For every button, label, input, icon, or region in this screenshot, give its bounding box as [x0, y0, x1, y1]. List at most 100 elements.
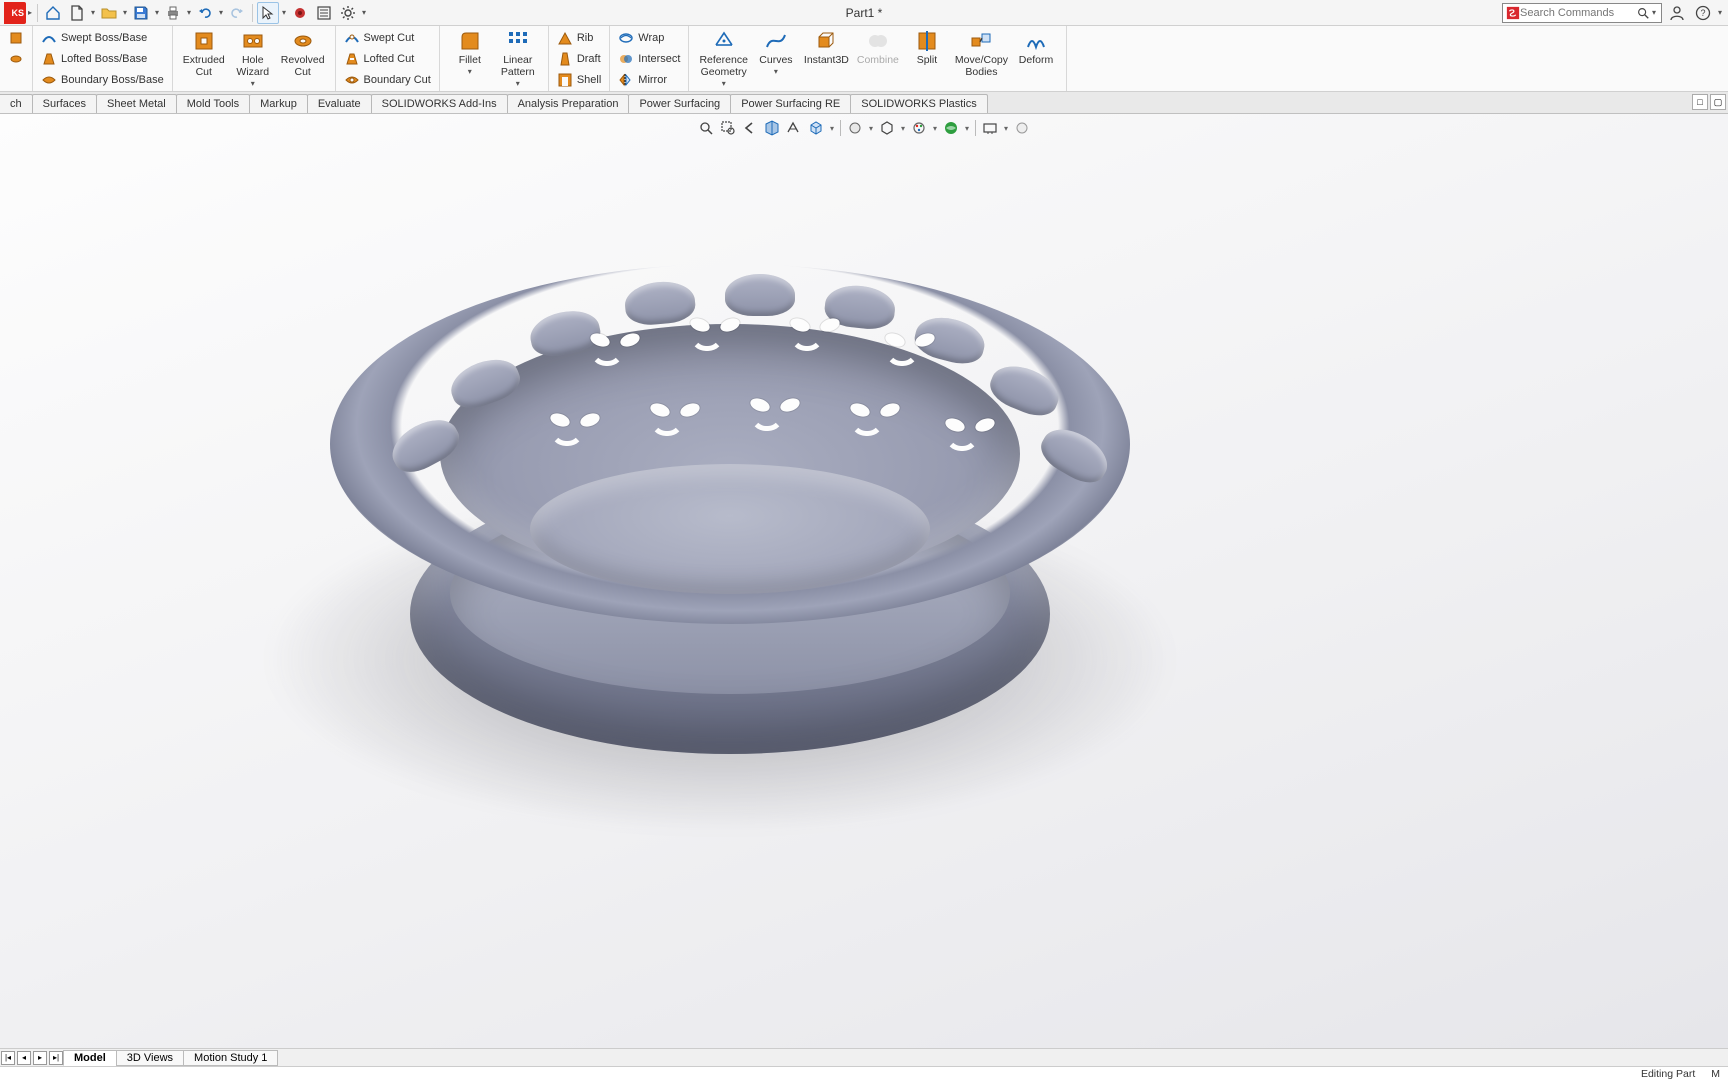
display-style-dropdown[interactable]: ▾ [867, 124, 875, 133]
zoom-to-fit-icon[interactable] [696, 118, 716, 138]
print-dropdown[interactable]: ▾ [185, 8, 193, 17]
help-dropdown[interactable]: ▾ [1716, 8, 1724, 17]
print-icon[interactable] [162, 2, 184, 24]
edit-appearance-icon[interactable] [909, 118, 929, 138]
settings-dropdown[interactable]: ▾ [360, 8, 368, 17]
viewport-expand-icon[interactable]: □ [1692, 94, 1708, 110]
hole-wizard-button[interactable]: Hole Wizard ▾ [229, 27, 277, 90]
revolved-cut-button[interactable]: Revolved Cut [277, 27, 329, 90]
open-folder-icon[interactable] [98, 2, 120, 24]
dynamic-annotation-icon[interactable] [784, 118, 804, 138]
tab-evaluate[interactable]: Evaluate [307, 94, 372, 113]
view-settings-icon[interactable] [980, 118, 1000, 138]
tab-nav-next-icon[interactable]: ▸ [33, 1051, 47, 1065]
lofted-cut-button[interactable]: Lofted Cut [342, 48, 433, 69]
hide-show-dropdown[interactable]: ▾ [899, 124, 907, 133]
apply-scene-dropdown[interactable]: ▾ [963, 124, 971, 133]
tab-model[interactable]: Model [63, 1050, 117, 1066]
linear-pattern-dropdown[interactable]: ▾ [498, 78, 538, 88]
boundary-boss-button[interactable]: Boundary Boss/Base [39, 69, 166, 90]
wrap-button[interactable]: Wrap [616, 27, 682, 48]
display-style-icon[interactable] [845, 118, 865, 138]
new-document-icon[interactable] [66, 2, 88, 24]
search-commands-box[interactable]: ▾ [1502, 3, 1662, 23]
open-dropdown[interactable]: ▾ [121, 8, 129, 17]
search-dropdown[interactable]: ▾ [1650, 8, 1658, 17]
tab-power-surfacing[interactable]: Power Surfacing [628, 94, 731, 113]
reference-geometry-dropdown[interactable]: ▾ [699, 78, 747, 88]
view-settings-dropdown[interactable]: ▾ [1002, 124, 1010, 133]
shell-button[interactable]: Shell [555, 69, 603, 90]
save-dropdown[interactable]: ▾ [153, 8, 161, 17]
settings-gear-icon[interactable] [337, 2, 359, 24]
reference-geometry-button[interactable]: Reference Geometry ▾ [695, 27, 751, 90]
rib-button[interactable]: Rib [555, 27, 603, 48]
tab-analysis-preparation[interactable]: Analysis Preparation [507, 94, 630, 113]
select-cursor-icon[interactable] [257, 2, 279, 24]
mirror-button[interactable]: Mirror [616, 69, 682, 90]
save-icon[interactable] [130, 2, 152, 24]
curves-button[interactable]: Curves ▾ [752, 27, 800, 90]
tab-solidworks-plastics[interactable]: SOLIDWORKS Plastics [850, 94, 988, 113]
rebuild-icon[interactable] [289, 2, 311, 24]
intersect-button[interactable]: Intersect [616, 48, 682, 69]
home-icon[interactable] [42, 2, 64, 24]
tab-nav-prev-icon[interactable]: ◂ [17, 1051, 31, 1065]
hide-show-items-icon[interactable] [877, 118, 897, 138]
deform-button[interactable]: Deform [1012, 27, 1060, 90]
instant3d-button[interactable]: Instant3D [800, 27, 853, 90]
tab-surfaces[interactable]: Surfaces [32, 94, 97, 113]
curves-dropdown[interactable]: ▾ [756, 66, 796, 76]
swept-cut-button[interactable]: Swept Cut [342, 27, 433, 48]
redo-icon[interactable] [226, 2, 248, 24]
new-dropdown[interactable]: ▾ [89, 8, 97, 17]
basket-model[interactable] [330, 264, 1130, 764]
hole-wizard-dropdown[interactable]: ▾ [233, 78, 273, 88]
draft-button[interactable]: Draft [555, 48, 603, 69]
tab-motion-study-1[interactable]: Motion Study 1 [183, 1050, 278, 1066]
section-view-icon[interactable] [762, 118, 782, 138]
tab-mold-tools[interactable]: Mold Tools [176, 94, 250, 113]
apply-scene-icon[interactable] [941, 118, 961, 138]
tab-power-surfacing-re[interactable]: Power Surfacing RE [730, 94, 851, 113]
select-dropdown[interactable]: ▾ [280, 8, 288, 17]
solidworks-logo[interactable]: KS [4, 2, 26, 24]
split-button[interactable]: Split [903, 27, 951, 90]
swept-boss-button[interactable]: Swept Boss/Base [39, 27, 166, 48]
graphics-viewport[interactable]: ▾ ▾ ▾ ▾ ▾ ▾ [0, 114, 1728, 1050]
linear-pattern-button[interactable]: Linear Pattern ▾ [494, 27, 542, 90]
zoom-to-area-icon[interactable] [718, 118, 738, 138]
view-orientation-icon[interactable] [806, 118, 826, 138]
fillet-button[interactable]: Fillet ▾ [446, 27, 494, 90]
extruded-boss-button[interactable] [6, 27, 26, 48]
undo-dropdown[interactable]: ▾ [217, 8, 225, 17]
tab-markup[interactable]: Markup [249, 94, 308, 113]
file-properties-icon[interactable] [313, 2, 335, 24]
edit-appearance-dropdown[interactable]: ▾ [931, 124, 939, 133]
boundary-cut-button[interactable]: Boundary Cut [342, 69, 433, 90]
viewport-more-icon[interactable]: ▢ [1710, 94, 1726, 110]
previous-view-icon[interactable] [740, 118, 760, 138]
help-icon[interactable]: ? [1692, 2, 1714, 24]
fillet-dropdown[interactable]: ▾ [450, 66, 490, 76]
tab-3d-views[interactable]: 3D Views [116, 1050, 184, 1066]
revolved-boss-button[interactable] [6, 48, 26, 69]
lofted-boss-button[interactable]: Lofted Boss/Base [39, 48, 166, 69]
tab-solidworks-addins[interactable]: SOLIDWORKS Add-Ins [371, 94, 508, 113]
logo-dropdown[interactable]: ▸ [26, 8, 34, 17]
extruded-cut-button[interactable]: Extruded Cut [179, 27, 229, 90]
user-login-icon[interactable] [1666, 2, 1688, 24]
instant3d-label: Instant3D [804, 54, 849, 66]
view-orientation-dropdown[interactable]: ▾ [828, 124, 836, 133]
tab-sketch[interactable]: ch [0, 94, 33, 113]
boundary-cut-label: Boundary Cut [364, 74, 431, 86]
undo-icon[interactable] [194, 2, 216, 24]
swept-boss-label: Swept Boss/Base [61, 32, 147, 44]
tab-nav-last-icon[interactable]: ▸| [49, 1051, 63, 1065]
move-copy-bodies-button[interactable]: Move/Copy Bodies [951, 27, 1012, 90]
tab-nav-first-icon[interactable]: |◂ [1, 1051, 15, 1065]
search-commands-input[interactable] [1520, 7, 1636, 19]
tab-sheet-metal[interactable]: Sheet Metal [96, 94, 177, 113]
search-icon[interactable] [1636, 6, 1650, 20]
render-tools-icon[interactable] [1012, 118, 1032, 138]
